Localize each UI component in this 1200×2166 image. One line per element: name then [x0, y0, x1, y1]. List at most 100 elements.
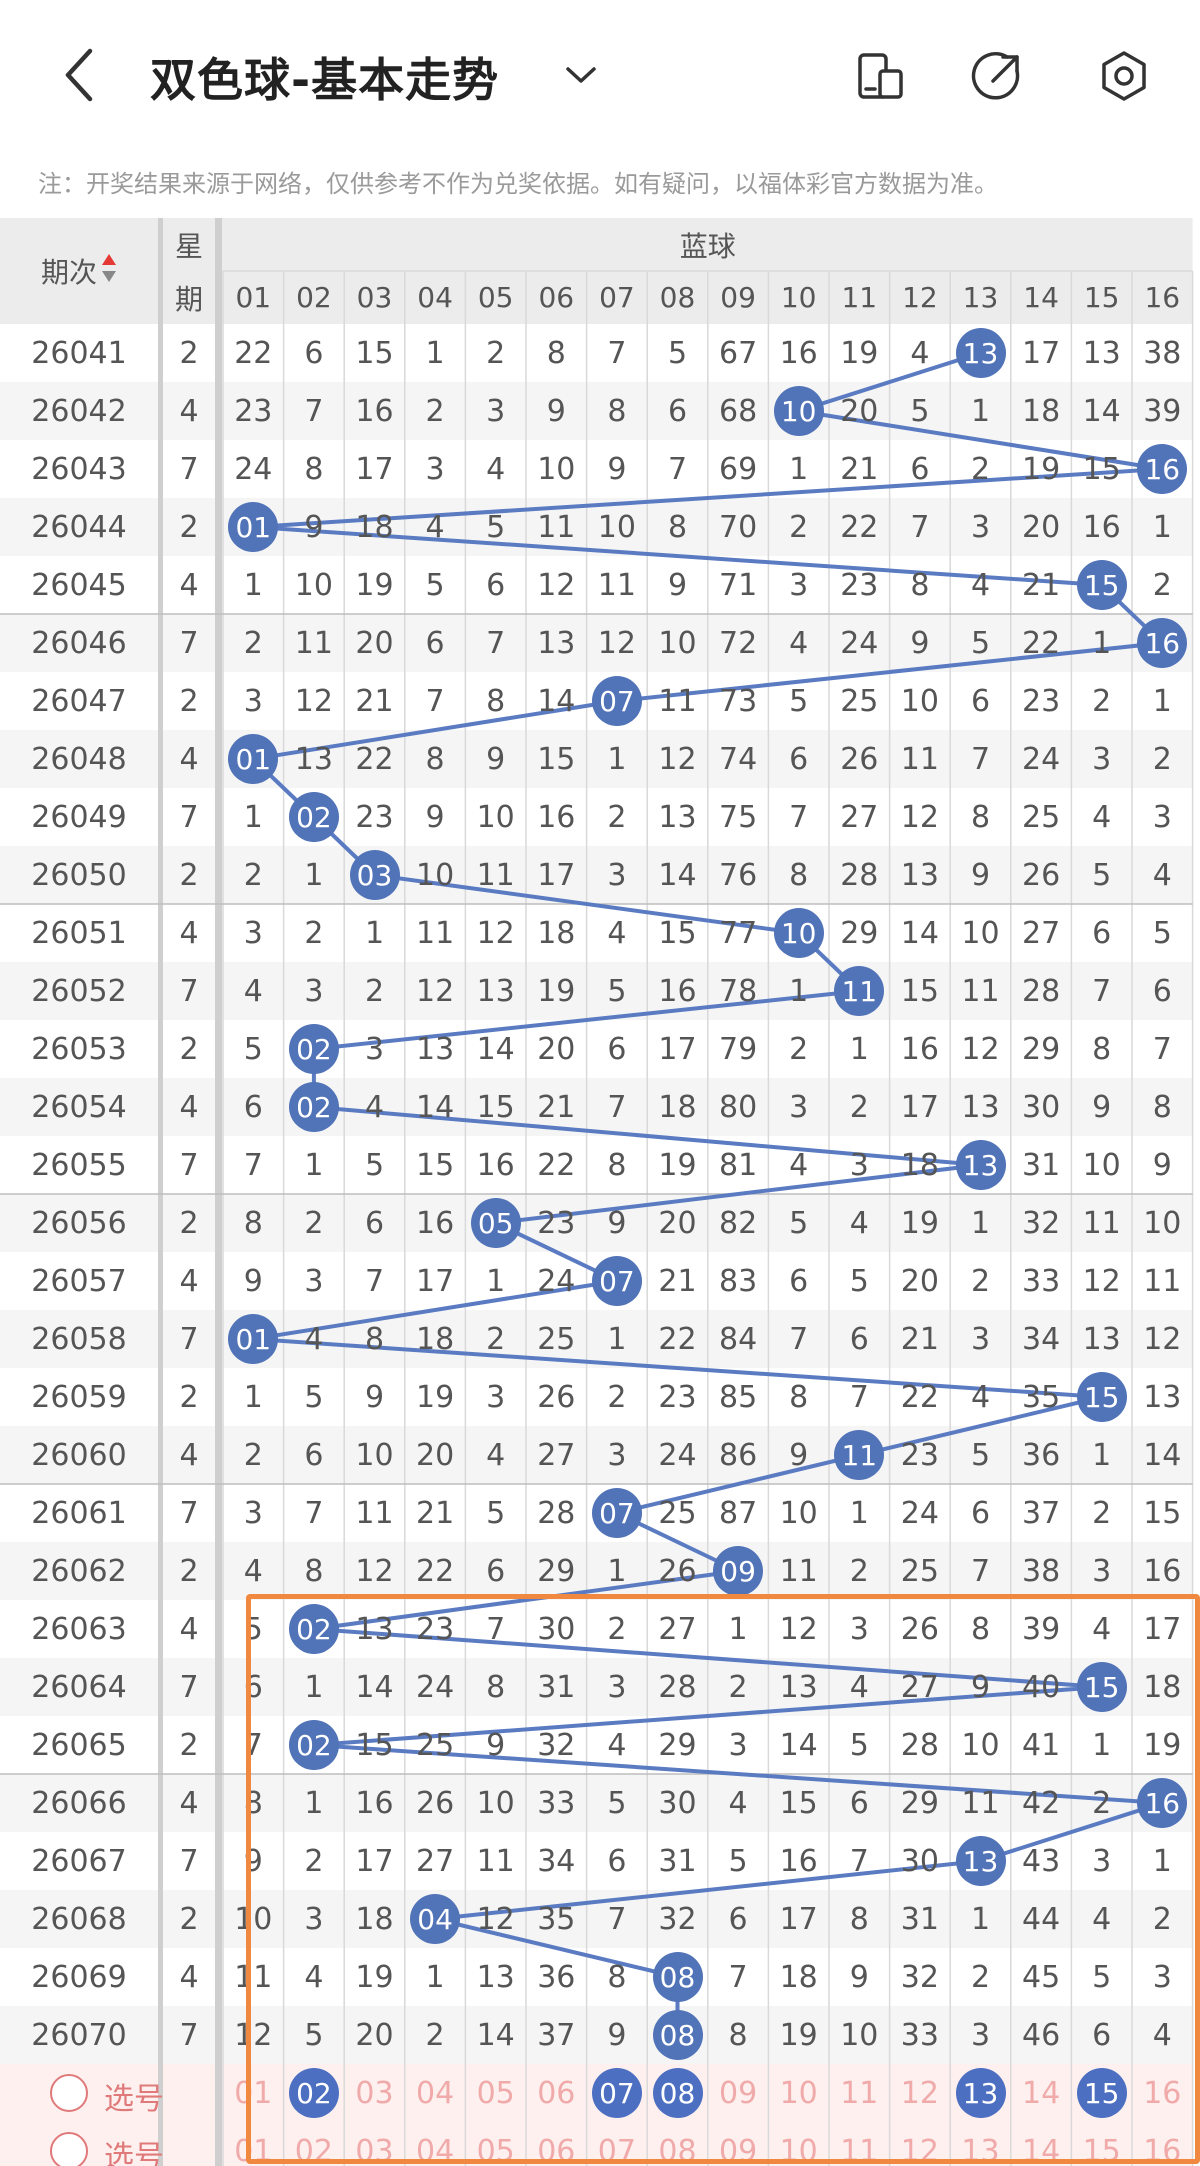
pick-row-label[interactable]: 选号	[104, 2074, 164, 2118]
pick-radio-button[interactable]	[50, 2132, 88, 2166]
miss-count-cell: 13	[900, 857, 939, 893]
miss-count-cell: 3	[304, 1263, 324, 1299]
device-view-button[interactable]	[850, 46, 910, 106]
miss-count-cell: 9	[607, 451, 627, 487]
miss-count-cell: 8	[364, 1321, 385, 1357]
issue-cell: 26057	[31, 1263, 127, 1299]
issue-column-header[interactable]: 期次	[0, 218, 158, 324]
miss-count-cell: 22	[840, 509, 879, 545]
chevron-down-icon	[566, 67, 596, 83]
week-cell: 7	[179, 2017, 199, 2053]
back-button[interactable]	[48, 40, 108, 110]
miss-count-cell: 18	[1022, 393, 1061, 429]
winning-number-ball: 11	[834, 966, 885, 1016]
miss-count-cell: 9	[364, 1379, 385, 1415]
winning-number-ball: 16	[1137, 618, 1188, 668]
miss-count-cell: 16	[1082, 509, 1121, 545]
miss-count-cell: 9	[1092, 1089, 1112, 1125]
miss-count-cell: 7	[910, 509, 930, 545]
miss-count-cell: 7	[243, 1147, 263, 1183]
miss-count-cell: 12	[597, 625, 636, 661]
miss-count-cell: 5	[970, 1437, 991, 1473]
miss-count-cell: 12	[658, 741, 697, 777]
issue-cell: 26054	[31, 1089, 127, 1125]
miss-count-cell: 26	[1022, 857, 1061, 893]
miss-count-cell: 29	[840, 915, 879, 951]
number-header-10: 10	[780, 281, 817, 314]
miss-count-cell: 1	[849, 1495, 869, 1531]
winning-number-ball: 02	[288, 1082, 339, 1132]
miss-count-cell: 10	[294, 567, 333, 603]
miss-count-cell: 13	[476, 973, 515, 1009]
miss-count-cell: 1	[243, 799, 263, 835]
miss-count-cell: 8	[1092, 1031, 1112, 1067]
settings-button[interactable]	[1094, 46, 1154, 106]
miss-count-cell: 75	[719, 799, 758, 835]
number-header-13: 13	[962, 281, 999, 314]
pick-radio-button[interactable]	[50, 2074, 88, 2112]
miss-count-cell: 4	[789, 625, 809, 661]
miss-count-cell: 6	[364, 1205, 385, 1241]
miss-count-cell: 7	[607, 335, 627, 371]
miss-count-cell: 28	[1022, 973, 1061, 1009]
miss-count-cell: 9	[486, 741, 506, 777]
miss-count-cell: 7	[1092, 973, 1112, 1009]
miss-count-cell: 21	[355, 683, 394, 719]
miss-count-cell: 16	[779, 335, 818, 371]
miss-count-cell: 4	[607, 915, 627, 951]
miss-count-cell: 12	[1143, 1321, 1182, 1357]
miss-count-cell: 15	[900, 973, 939, 1009]
miss-count-cell: 11	[900, 741, 939, 777]
miss-count-cell: 22	[355, 741, 394, 777]
winning-number-ball: 15	[1076, 1372, 1127, 1422]
miss-count-cell: 33	[1022, 1263, 1061, 1299]
miss-count-cell: 6	[910, 451, 930, 487]
number-header-03: 03	[356, 281, 393, 314]
week-cell: 7	[179, 1669, 199, 1705]
miss-count-cell: 17	[900, 1089, 939, 1125]
trend-table: 期次星期蓝球 01 02 03 04 05 06 07 08 09 10 11 12 13 14 15 16 26…	[0, 218, 1200, 2166]
miss-count-cell: 3	[789, 1089, 809, 1125]
sort-icon[interactable]	[101, 253, 117, 290]
miss-count-cell: 10	[961, 915, 1000, 951]
miss-count-cell: 5	[243, 1031, 263, 1067]
miss-count-cell: 68	[719, 393, 758, 429]
miss-count-cell: 1	[970, 1205, 991, 1241]
share-button[interactable]	[968, 46, 1028, 106]
miss-count-cell: 7	[970, 1553, 991, 1589]
issue-cell: 26045	[31, 567, 127, 603]
winning-number-ball: 09	[713, 1546, 764, 1596]
miss-count-cell: 20	[658, 1205, 697, 1241]
issue-cell: 26044	[31, 509, 127, 545]
winning-number-ball: 02	[288, 792, 339, 842]
page-title[interactable]: 双色球-基本走势	[150, 44, 499, 110]
title-dropdown-button[interactable]	[556, 50, 606, 100]
pick-row-label[interactable]: 选号	[104, 2132, 164, 2166]
miss-count-cell: 11	[416, 915, 455, 951]
winning-number-ball: 15	[1076, 560, 1127, 610]
miss-count-cell: 7	[425, 683, 445, 719]
miss-count-cell: 7	[1152, 1031, 1172, 1067]
miss-count-cell: 3	[304, 973, 324, 1009]
miss-count-cell: 4	[970, 1379, 991, 1415]
miss-count-cell: 10	[597, 509, 636, 545]
miss-count-cell: 5	[1152, 915, 1172, 951]
miss-count-cell: 10	[355, 1437, 394, 1473]
miss-count-cell: 23	[355, 799, 394, 835]
miss-count-cell: 3	[243, 683, 263, 719]
miss-count-cell: 69	[719, 451, 758, 487]
miss-count-cell: 10	[1082, 1147, 1121, 1183]
device-icon	[858, 53, 903, 99]
issue-cell: 26062	[31, 1553, 127, 1589]
number-header-14: 14	[1023, 281, 1059, 314]
miss-count-cell: 74	[719, 741, 758, 777]
miss-count-cell: 39	[1143, 393, 1182, 429]
week-cell: 7	[179, 451, 199, 487]
miss-count-cell: 2	[243, 625, 263, 661]
miss-count-cell: 71	[719, 567, 758, 603]
miss-count-cell: 9	[667, 567, 688, 603]
miss-count-cell: 2	[1092, 683, 1112, 719]
winning-number-ball: 13	[955, 328, 1006, 378]
selection-highlight-box[interactable]	[246, 1594, 1200, 2164]
miss-count-cell: 80	[719, 1089, 758, 1125]
